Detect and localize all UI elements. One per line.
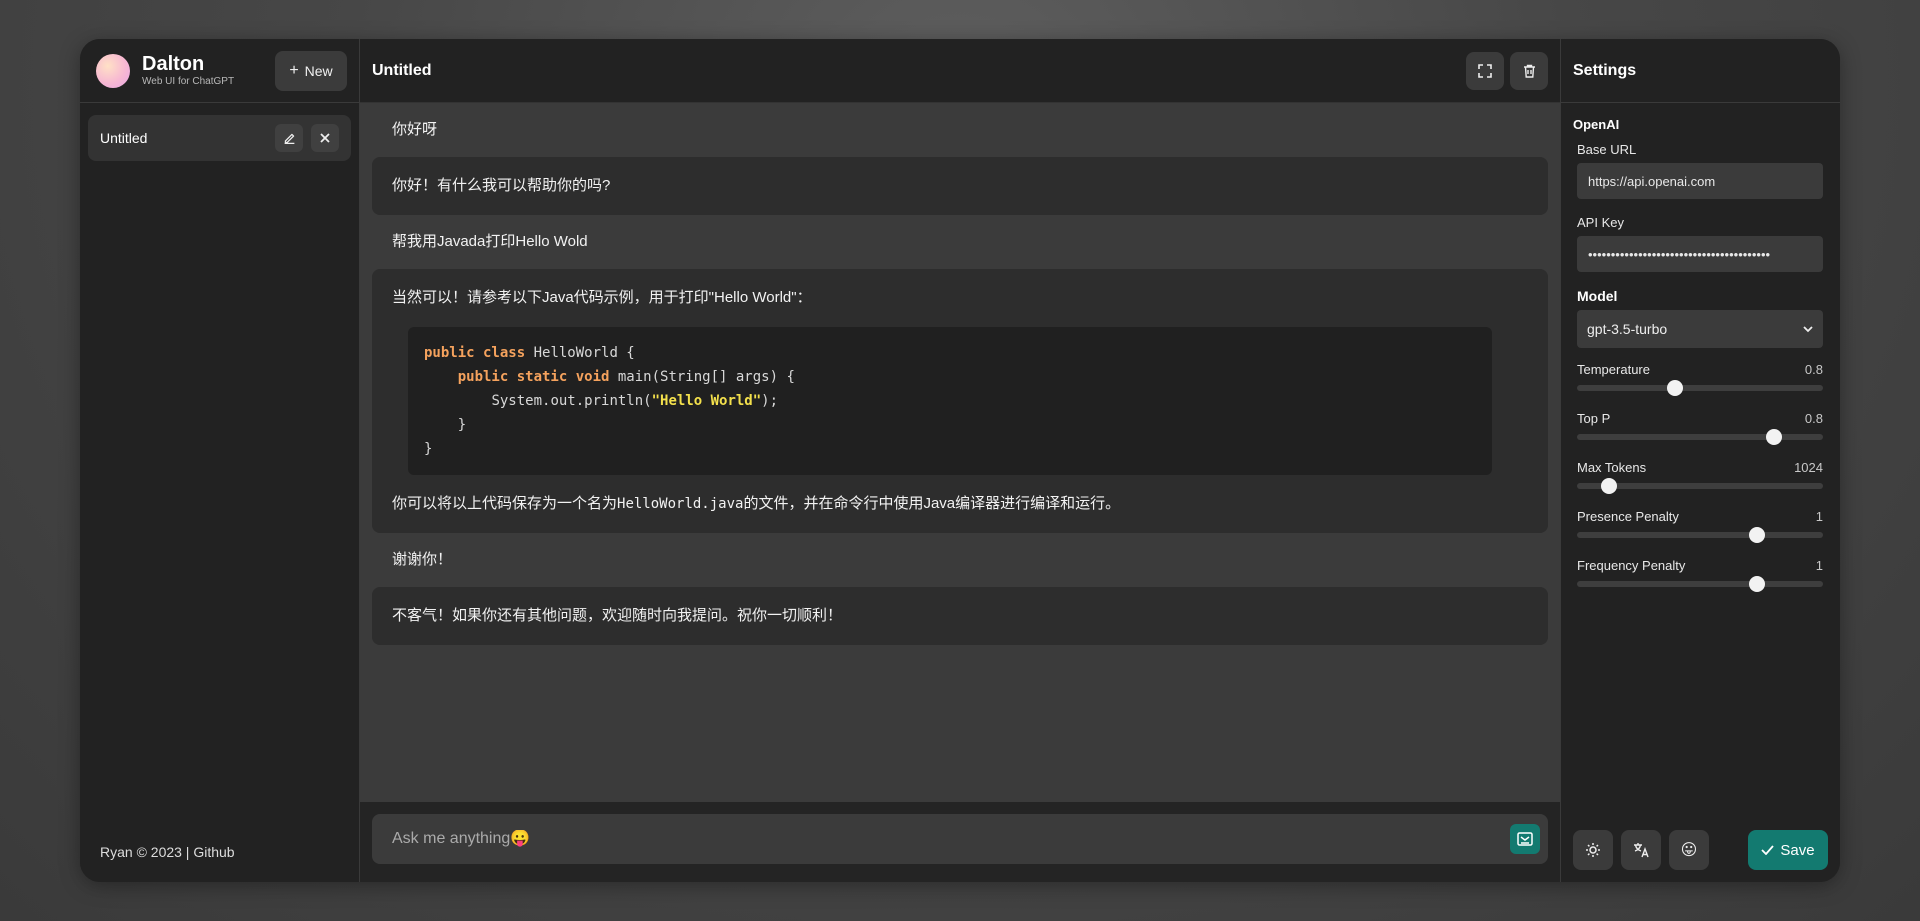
assistant-message: 你好！有什么我可以帮助你的吗? <box>372 157 1548 215</box>
sidebar-footer[interactable]: Ryan © 2023 | Github <box>80 822 359 882</box>
code-string: "Hello World" <box>651 393 762 409</box>
message-text-part: 的文件，并在命令行中使用Java编译器进行编译和运行。 <box>743 495 1121 512</box>
app-window: Dalton Web UI for ChatGPT + New Untitled <box>80 39 1840 882</box>
conversation-actions <box>275 124 339 152</box>
code-text: main(String[] args) { <box>609 369 795 385</box>
base-url-input[interactable] <box>1577 163 1823 199</box>
presence-penalty-label: Presence Penalty <box>1577 509 1679 524</box>
presence-penalty-value: 1 <box>1815 509 1823 524</box>
presence-penalty-slider[interactable] <box>1577 527 1823 543</box>
chevron-down-icon <box>1803 322 1813 336</box>
slider-thumb[interactable] <box>1748 576 1765 592</box>
translate-icon <box>1633 843 1649 858</box>
theme-toggle-button[interactable] <box>1573 830 1613 870</box>
slider-thumb[interactable] <box>1748 527 1765 543</box>
header-actions <box>1466 51 1548 90</box>
temperature-slider-row: Temperature 0.8 <box>1577 362 1823 396</box>
brand-subtitle: Web UI for ChatGPT <box>142 76 235 87</box>
logo <box>96 53 130 88</box>
plus-icon: + <box>289 61 299 79</box>
top-p-slider-row: Top P 0.8 <box>1577 411 1823 445</box>
language-button[interactable] <box>1621 830 1661 870</box>
user-message: 帮我用Javada打印Hello Wold <box>392 233 588 250</box>
conversation-list: Untitled <box>80 103 359 822</box>
trash-icon <box>1523 64 1535 78</box>
settings-title: Settings <box>1561 39 1840 103</box>
fullscreen-icon <box>1478 63 1492 78</box>
save-label: Save <box>1780 841 1815 859</box>
code-text: } <box>457 417 467 433</box>
model-label: Model <box>1577 288 1618 304</box>
top-p-label: Top P <box>1577 411 1611 426</box>
code-keyword: public static void <box>457 369 610 385</box>
chat-main: Untitled 你好呀 你好！有什么我可以帮助你的吗? 帮我用Javada打印… <box>360 39 1560 882</box>
code-text: } <box>424 441 433 457</box>
max-tokens-label: Max Tokens <box>1577 460 1647 475</box>
brand-bar: Dalton Web UI for ChatGPT + New <box>80 39 359 103</box>
top-p-slider[interactable] <box>1577 429 1823 445</box>
settings-panel: Settings OpenAI Base URL API Key Model g… <box>1560 39 1840 882</box>
model-select[interactable]: gpt-3.5-turbo <box>1577 310 1823 348</box>
api-key-input[interactable] <box>1577 236 1823 272</box>
slider-thumb[interactable] <box>1667 380 1684 396</box>
max-tokens-value: 1024 <box>1794 460 1823 475</box>
temperature-label: Temperature <box>1577 362 1650 377</box>
base-url-label: Base URL <box>1577 142 1637 157</box>
frequency-penalty-label: Frequency Penalty <box>1577 558 1686 573</box>
slider-thumb[interactable] <box>1600 478 1617 494</box>
edit-icon[interactable] <box>275 124 303 152</box>
assistant-message: 不客气！如果你还有其他问题，欢迎随时向我提问。祝你一切顺利！ <box>372 587 1548 645</box>
input-bar <box>360 802 1560 882</box>
settings-body: OpenAI Base URL API Key Model gpt-3.5-tu… <box>1561 103 1840 818</box>
model-selected: gpt-3.5-turbo <box>1587 321 1668 337</box>
message-text-part: 你可以将以上代码保存为一个名为 <box>392 495 618 512</box>
close-icon[interactable] <box>311 124 339 152</box>
sun-icon <box>1586 843 1600 857</box>
frequency-penalty-slider-row: Frequency Penalty 1 <box>1577 558 1823 592</box>
code-block[interactable]: public class HelloWorld { public static … <box>408 327 1492 475</box>
code-keyword: public class <box>424 345 526 361</box>
conversation-title: Untitled <box>100 130 148 146</box>
brand-name: Dalton <box>142 53 205 75</box>
frequency-penalty-value: 1 <box>1815 558 1823 573</box>
input-wrapper <box>372 814 1548 864</box>
new-chat-button[interactable]: + New <box>275 50 347 91</box>
save-button[interactable]: Save <box>1748 830 1828 870</box>
assistant-message: 当然可以！请参考以下Java代码示例，用于打印"Hello World"： pu… <box>372 269 1548 533</box>
message-text: 当然可以！请参考以下Java代码示例，用于打印"Hello World"： <box>392 289 812 306</box>
settings-footer: 😛 Save <box>1561 818 1840 882</box>
top-p-value: 0.8 <box>1804 411 1823 426</box>
user-message: 你好呀 <box>392 121 438 138</box>
slider-thumb[interactable] <box>1765 429 1782 445</box>
message-list: 你好呀 你好！有什么我可以帮助你的吗? 帮我用Javada打印Hello Wol… <box>360 103 1560 802</box>
settings-section-title: OpenAI <box>1573 117 1620 132</box>
brand: Dalton Web UI for ChatGPT <box>142 53 234 88</box>
temperature-value: 0.8 <box>1804 362 1823 377</box>
frequency-penalty-slider[interactable] <box>1577 576 1823 592</box>
max-tokens-slider-row: Max Tokens 1024 <box>1577 460 1823 494</box>
send-button[interactable] <box>1510 824 1540 854</box>
chat-title: Untitled <box>372 61 432 79</box>
emoji-button[interactable]: 😛 <box>1669 830 1709 870</box>
chat-header: Untitled <box>360 39 1560 103</box>
new-chat-label: New <box>304 62 333 79</box>
temperature-slider[interactable] <box>1577 380 1823 396</box>
conversation-item[interactable]: Untitled <box>88 115 351 161</box>
presence-penalty-slider-row: Presence Penalty 1 <box>1577 509 1823 543</box>
code-text: System.out.println( <box>491 393 652 409</box>
max-tokens-slider[interactable] <box>1577 478 1823 494</box>
api-key-label: API Key <box>1577 215 1624 230</box>
delete-button[interactable] <box>1510 51 1548 90</box>
code-text: ); <box>761 393 779 409</box>
message-text: 你可以将以上代码保存为一个名为HelloWorld.java的文件，并在命令行中… <box>392 493 1528 515</box>
user-message: 谢谢你！ <box>392 551 453 568</box>
fullscreen-button[interactable] <box>1466 51 1504 90</box>
code-text: HelloWorld { <box>525 345 635 361</box>
sidebar: Dalton Web UI for ChatGPT + New Untitled <box>80 39 360 882</box>
check-icon <box>1761 845 1775 855</box>
inline-code: HelloWorld.java <box>617 496 744 512</box>
send-icon <box>1517 832 1533 846</box>
chat-input[interactable] <box>392 830 1510 848</box>
